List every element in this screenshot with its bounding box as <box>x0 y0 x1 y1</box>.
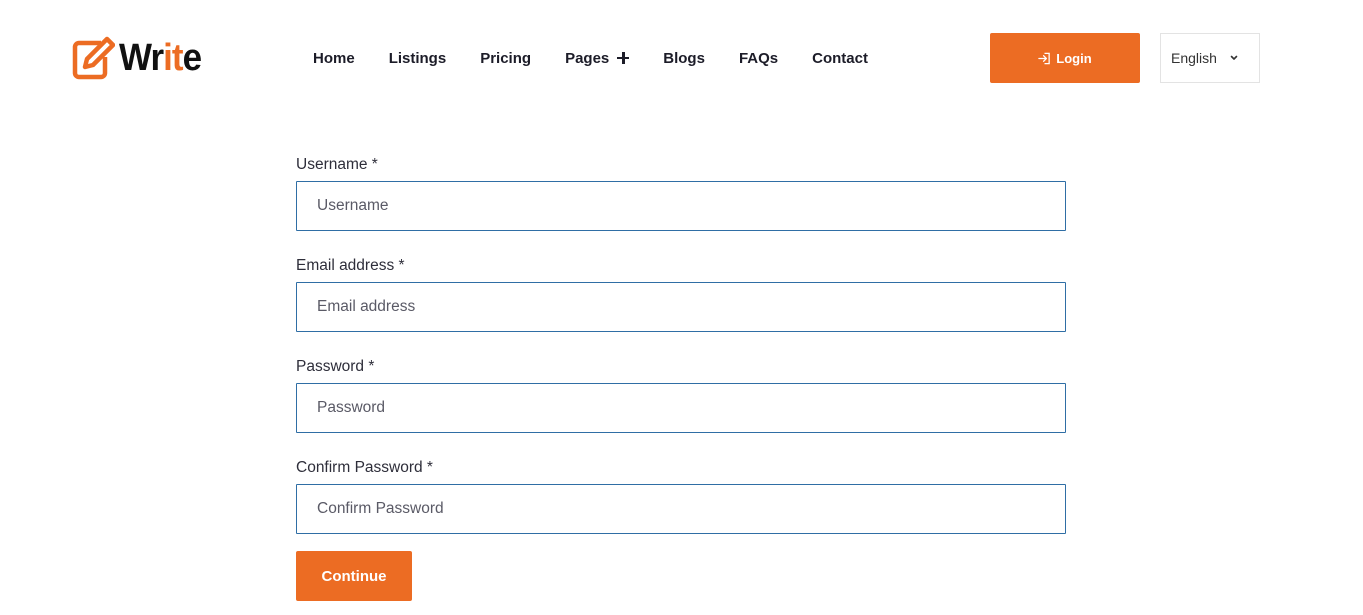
email-field-group: Email address * <box>296 256 1066 332</box>
password-label: Password * <box>296 358 375 375</box>
email-input[interactable] <box>296 282 1066 332</box>
nav-item-home[interactable]: Home <box>313 50 355 67</box>
pencil-square-icon <box>72 36 115 80</box>
nav-item-pages[interactable]: Pages <box>565 49 630 67</box>
nav-item-listings[interactable]: Listings <box>389 50 447 67</box>
logo-text-part2: it <box>163 37 183 79</box>
login-arrow-icon <box>1038 52 1051 64</box>
logo-text-part3: e <box>182 37 202 79</box>
confirm-password-label: Confirm Password * <box>296 459 433 476</box>
login-button[interactable]: Login <box>990 33 1140 83</box>
nav-item-pages-label: Pages <box>565 49 610 67</box>
continue-button[interactable]: Continue <box>296 551 412 601</box>
language-select-value: English <box>1171 50 1217 66</box>
nav-item-faqs[interactable]: FAQs <box>739 50 778 67</box>
username-label: Username * <box>296 156 378 173</box>
nav-item-contact[interactable]: Contact <box>812 50 868 67</box>
logo-text-part1: Wr <box>119 37 164 79</box>
plus-icon <box>617 52 630 64</box>
register-form: Username * Email address * Password * Co… <box>296 155 1066 559</box>
language-select[interactable]: English <box>1160 33 1260 83</box>
confirm-password-input[interactable] <box>296 484 1066 534</box>
main-nav: Home Listings Pricing Pages Blogs FAQs C… <box>313 48 868 68</box>
logo-wordmark: Write <box>119 37 202 79</box>
login-button-label: Login <box>1056 50 1092 66</box>
email-label: Email address * <box>296 257 405 274</box>
username-field-group: Username * <box>296 155 1066 231</box>
password-field-group: Password * <box>296 357 1066 433</box>
nav-item-blogs[interactable]: Blogs <box>663 50 705 67</box>
site-logo[interactable]: Write <box>71 34 208 82</box>
password-input[interactable] <box>296 383 1066 433</box>
confirm-password-field-group: Confirm Password * <box>296 458 1066 534</box>
username-input[interactable] <box>296 181 1066 231</box>
nav-item-pricing[interactable]: Pricing <box>480 50 531 67</box>
chevron-down-icon <box>1230 55 1238 60</box>
